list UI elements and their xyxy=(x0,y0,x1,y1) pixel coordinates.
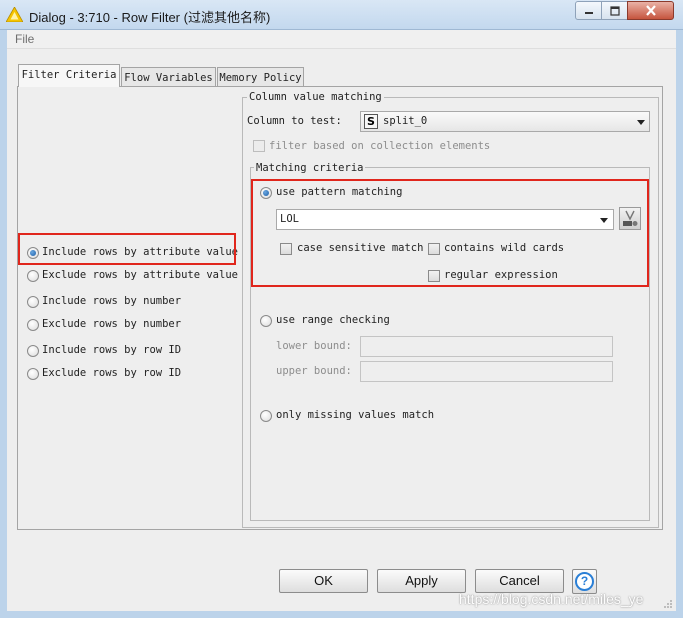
chevron-down-icon xyxy=(637,120,645,125)
radio-exclude-rowid[interactable] xyxy=(27,368,39,380)
label-include-rowid[interactable]: Include rows by row ID xyxy=(42,344,181,356)
filter-criteria-panel: Include rows by attribute value Exclude … xyxy=(17,86,663,530)
label-exclude-number[interactable]: Exclude rows by number xyxy=(42,318,181,330)
checkbox-collection-elements[interactable] xyxy=(253,140,265,152)
maximize-icon xyxy=(609,5,620,16)
radio-exclude-attribute[interactable] xyxy=(27,270,39,282)
title-bar[interactable]: Dialog - 3:710 - Row Filter (过滤其他名称) xyxy=(0,0,683,30)
upper-bound-label: upper bound: xyxy=(276,365,352,377)
radio-exclude-number[interactable] xyxy=(27,319,39,331)
tab-label: Flow Variables xyxy=(124,72,213,84)
radio-missing-values[interactable] xyxy=(260,410,272,422)
highlight-box-pattern-matching xyxy=(251,179,649,287)
help-icon: ? xyxy=(575,572,594,591)
menu-file[interactable]: File xyxy=(15,32,34,46)
range-checking-label[interactable]: use range checking xyxy=(276,314,390,326)
close-icon xyxy=(645,5,656,16)
radio-include-rowid[interactable] xyxy=(27,345,39,357)
minimize-icon xyxy=(584,11,593,14)
string-type-icon: S xyxy=(364,114,378,129)
label-exclude-attribute[interactable]: Exclude rows by attribute value xyxy=(42,269,238,281)
radio-include-number[interactable] xyxy=(27,296,39,308)
close-button[interactable] xyxy=(627,1,674,20)
window-title: Dialog - 3:710 - Row Filter (过滤其他名称) xyxy=(29,10,271,25)
minimize-button[interactable] xyxy=(575,1,602,20)
menu-bar: File xyxy=(7,30,676,49)
tab-memory-policy[interactable]: Memory Policy xyxy=(217,67,304,87)
column-to-test-value: split_0 xyxy=(383,115,428,127)
missing-values-label[interactable]: only missing values match xyxy=(276,409,434,421)
label-include-number[interactable]: Include rows by number xyxy=(42,295,181,307)
matching-criteria-title: Matching criteria xyxy=(254,162,366,174)
resize-grip-icon[interactable] xyxy=(663,599,673,609)
lower-bound-label: lower bound: xyxy=(276,340,352,352)
column-value-matching-title: Column value matching xyxy=(247,91,384,103)
watermark-text: https://blog.csdn.net/miles_ye xyxy=(459,591,644,607)
column-to-test-label: Column to test: xyxy=(247,115,342,127)
upper-bound-input[interactable] xyxy=(360,361,613,382)
apply-button[interactable]: Apply xyxy=(377,569,466,593)
tab-flow-variables[interactable]: Flow Variables xyxy=(121,67,216,87)
tab-label: Filter Criteria xyxy=(21,69,117,81)
highlight-box-filter-mode xyxy=(18,233,236,265)
maximize-button[interactable] xyxy=(601,1,628,20)
label-exclude-rowid[interactable]: Exclude rows by row ID xyxy=(42,367,181,379)
cancel-button[interactable]: Cancel xyxy=(475,569,564,593)
collection-elements-label: filter based on collection elements xyxy=(269,140,491,152)
knime-logo-icon xyxy=(6,7,23,22)
column-to-test-dropdown[interactable]: S split_0 xyxy=(360,111,650,132)
tab-filter-criteria[interactable]: Filter Criteria xyxy=(18,64,120,87)
tab-label: Memory Policy xyxy=(219,72,302,84)
radio-range-checking[interactable] xyxy=(260,315,272,327)
lower-bound-input[interactable] xyxy=(360,336,613,357)
ok-button[interactable]: OK xyxy=(279,569,368,593)
dialog-client-area: Filter Criteria Flow Variables Memory Po… xyxy=(7,49,676,611)
